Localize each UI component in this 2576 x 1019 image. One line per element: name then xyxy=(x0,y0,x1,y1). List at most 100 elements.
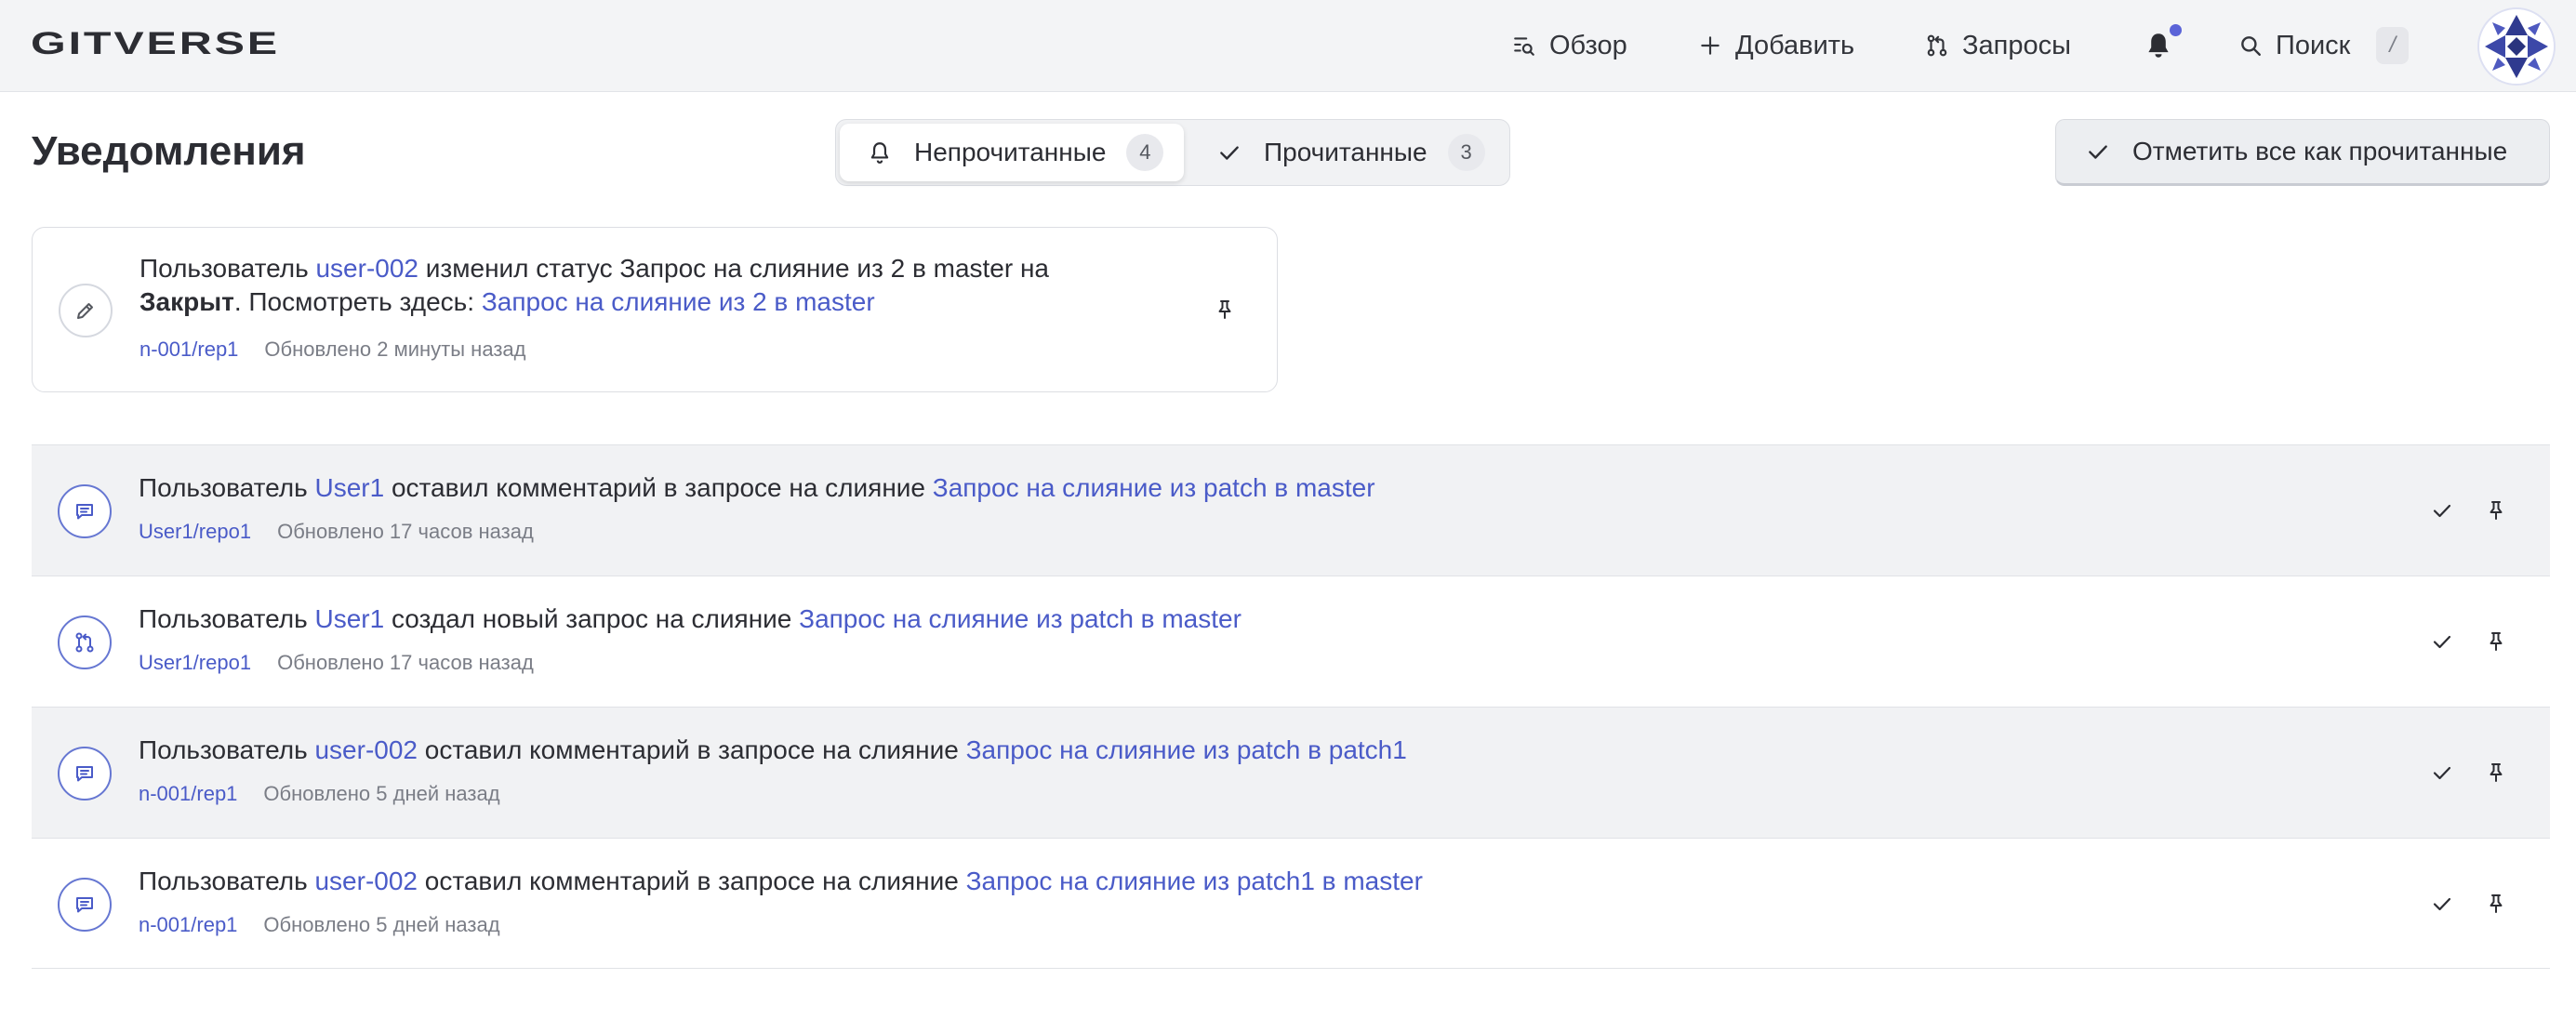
logo-text: GITVERSE xyxy=(31,28,280,60)
merge-request-link[interactable]: Запрос на слияние из patch1 в master xyxy=(966,867,1423,895)
notification-action: создал новый запрос на слияние xyxy=(391,604,792,633)
tab-unread-label: Непрочитанные xyxy=(914,138,1107,166)
notification-meta: User1/repo1 Обновлено 17 часов назад xyxy=(139,651,534,675)
tab-unread[interactable]: Непрочитанные 4 xyxy=(840,124,1184,181)
comment-icon xyxy=(76,897,93,913)
notification-dot xyxy=(2170,24,2182,36)
notification-row[interactable]: Пользователь User1 оставил комментарий в… xyxy=(32,444,2550,576)
mark-read-button[interactable] xyxy=(2423,492,2461,529)
notification-suffix: . Посмотреть здесь: xyxy=(233,287,475,316)
repo-link[interactable]: n-001/rep1 xyxy=(139,782,237,806)
mark-all-read-label: Отметить все как прочитанные xyxy=(2132,137,2508,165)
unpin-button[interactable] xyxy=(1206,291,1243,328)
mark-read-button[interactable] xyxy=(2423,623,2461,660)
check-icon xyxy=(2089,145,2107,159)
notification-prefix: Пользователь xyxy=(139,867,308,895)
mark-read-button[interactable] xyxy=(2423,885,2461,922)
pinned-notification-card[interactable]: Пользователь user-002 изменил статус Зап… xyxy=(32,227,1278,392)
merge-request-link[interactable]: Запрос на слияние из 2 в master xyxy=(482,287,875,316)
notification-row[interactable]: Пользователь user-002 оставил комментари… xyxy=(32,707,2550,838)
notification-action: оставил комментарий в запросе на слияние xyxy=(424,735,959,764)
user-link[interactable]: user-002 xyxy=(314,735,418,764)
notification-action: изменил статус Запрос на слияние из 2 в … xyxy=(425,254,1050,283)
updated-time: Обновлено 5 дней назад xyxy=(263,913,500,936)
pin-icon xyxy=(2490,763,2503,782)
check-icon xyxy=(2433,897,2451,911)
notification-meta: n-001/rep1 Обновлено 2 минуты назад xyxy=(139,337,525,362)
check-icon xyxy=(2433,635,2451,649)
nav-add-label: Добавить xyxy=(1735,30,1855,60)
notification-text: Пользователь User1 создал новый запрос н… xyxy=(139,602,1242,636)
explore-icon xyxy=(1514,37,1534,56)
avatar-pattern-icon xyxy=(2479,9,2554,84)
pinned-notification-icon xyxy=(59,284,113,337)
notification-text: Пользователь user-002 изменил статус Зап… xyxy=(139,252,1144,319)
plus-icon xyxy=(1701,36,1720,55)
notification-action: оставил комментарий в запросе на слияние xyxy=(424,867,959,895)
comment-icon xyxy=(76,504,93,520)
notification-list: Пользователь User1 оставил комментарий в… xyxy=(32,444,2550,969)
pin-button[interactable] xyxy=(2477,754,2515,791)
unread-count-badge: 4 xyxy=(1126,134,1164,171)
check-icon xyxy=(2433,766,2451,780)
comment-icon xyxy=(76,766,93,782)
notification-meta: User1/repo1 Обновлено 17 часов назад xyxy=(139,520,534,544)
top-navigation-bar: GITVERSE Обзор Добавить Запросы Поиск / xyxy=(0,0,2576,92)
merge-request-link[interactable]: Запрос на слияние из patch в master xyxy=(799,604,1242,633)
user-link[interactable]: user-002 xyxy=(314,867,418,895)
nav-requests-label: Запросы xyxy=(1962,30,2071,60)
user-avatar[interactable] xyxy=(2477,7,2556,86)
pin-button[interactable] xyxy=(2477,885,2515,922)
search-button[interactable]: Поиск / xyxy=(2238,25,2410,66)
notification-row[interactable]: Пользователь User1 создал новый запрос н… xyxy=(32,576,2550,707)
mark-all-read-button[interactable]: Отметить все как прочитанные xyxy=(2055,119,2550,186)
notification-text: Пользователь user-002 оставил комментари… xyxy=(139,865,1423,898)
merge-request-icon xyxy=(75,632,94,653)
repo-link[interactable]: n-001/rep1 xyxy=(139,913,237,937)
notification-row[interactable]: Пользователь user-002 оставил комментари… xyxy=(32,838,2550,969)
notification-filter-tabs: Непрочитанные 4 Прочитанные 3 xyxy=(835,119,1510,186)
mark-read-button[interactable] xyxy=(2423,754,2461,791)
notification-text: Пользователь user-002 оставил комментари… xyxy=(139,734,1407,767)
notification-prefix: Пользователь xyxy=(139,735,308,764)
repo-link[interactable]: User1/repo1 xyxy=(139,520,251,544)
updated-time: Обновлено 17 часов назад xyxy=(277,651,534,674)
notification-meta: n-001/rep1 Обновлено 5 дней назад xyxy=(139,782,500,806)
pin-button[interactable] xyxy=(2477,623,2515,660)
pin-icon xyxy=(1218,300,1231,319)
pin-button[interactable] xyxy=(2477,492,2515,529)
notification-type-icon xyxy=(58,747,112,801)
pin-icon xyxy=(2490,632,2503,651)
user-link[interactable]: User1 xyxy=(314,473,384,502)
status-text: Закрыт xyxy=(139,287,234,316)
read-count-badge: 3 xyxy=(1447,134,1485,171)
notification-type-icon xyxy=(58,615,112,669)
user-link[interactable]: User1 xyxy=(314,604,384,633)
gitverse-logo[interactable]: GITVERSE xyxy=(31,28,282,60)
nav-add[interactable]: Добавить xyxy=(1698,25,1854,66)
updated-time: Обновлено 5 дней назад xyxy=(263,782,500,805)
notification-type-icon xyxy=(58,878,112,932)
tab-read[interactable]: Прочитанные 3 xyxy=(1217,124,1485,181)
notification-action: оставил комментарий в запросе на слияние xyxy=(391,473,925,502)
bell-outline-icon xyxy=(870,142,889,164)
merge-request-link[interactable]: Запрос на слияние из patch в patch1 xyxy=(966,735,1407,764)
check-icon xyxy=(1220,146,1239,160)
repo-link[interactable]: n-001/rep1 xyxy=(139,337,238,362)
pin-icon xyxy=(2490,501,2503,520)
pencil-icon xyxy=(77,303,93,319)
nav-overview[interactable]: Обзор xyxy=(1512,25,1627,66)
updated-time: Обновлено 2 минуты назад xyxy=(264,337,526,361)
notification-text: Пользователь User1 оставил комментарий в… xyxy=(139,471,1375,505)
pull-request-icon xyxy=(1927,34,1947,57)
user-link[interactable]: user-002 xyxy=(315,254,418,283)
notification-prefix: Пользователь xyxy=(139,473,308,502)
tab-read-label: Прочитанные xyxy=(1264,138,1427,166)
nav-requests[interactable]: Запросы xyxy=(1925,25,2071,66)
pin-icon xyxy=(2490,894,2503,913)
nav-overview-label: Обзор xyxy=(1549,30,1627,60)
merge-request-link[interactable]: Запрос на слияние из patch в master xyxy=(933,473,1375,502)
search-icon xyxy=(2241,36,2261,56)
repo-link[interactable]: User1/repo1 xyxy=(139,651,251,675)
updated-time: Обновлено 17 часов назад xyxy=(277,520,534,543)
